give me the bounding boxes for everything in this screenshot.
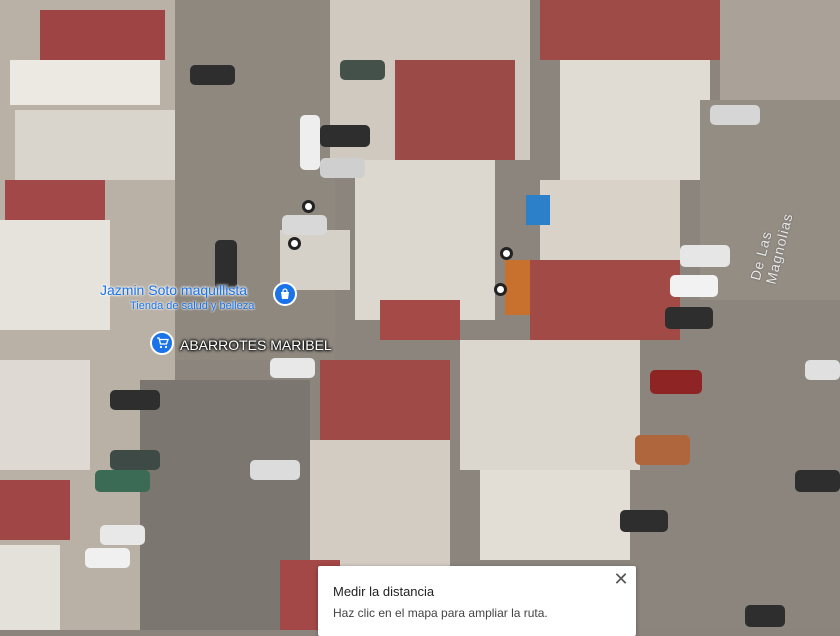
poi-title[interactable]: Jazmin Soto maquillista: [100, 282, 247, 298]
panel-instruction: Haz clic en el mapa para ampliar la ruta…: [333, 606, 548, 620]
measure-distance-panel: Medir la distancia Haz clic en el mapa p…: [318, 566, 636, 636]
shopping-cart-icon[interactable]: [150, 331, 174, 355]
panel-title: Medir la distancia: [333, 584, 435, 599]
shopping-bag-icon[interactable]: [273, 282, 297, 306]
location-marker[interactable]: [494, 283, 507, 296]
poi-category: Tienda de salud y belleza: [130, 300, 255, 312]
poi-title[interactable]: ABARROTES MARIBEL: [180, 337, 332, 353]
location-marker[interactable]: [500, 247, 513, 260]
satellite-map[interactable]: [0, 0, 840, 630]
location-marker[interactable]: [288, 237, 301, 250]
blue-tarp: [526, 195, 550, 225]
orange-roof: [505, 260, 530, 315]
location-marker[interactable]: [302, 200, 315, 213]
close-icon[interactable]: ✕: [611, 569, 631, 589]
